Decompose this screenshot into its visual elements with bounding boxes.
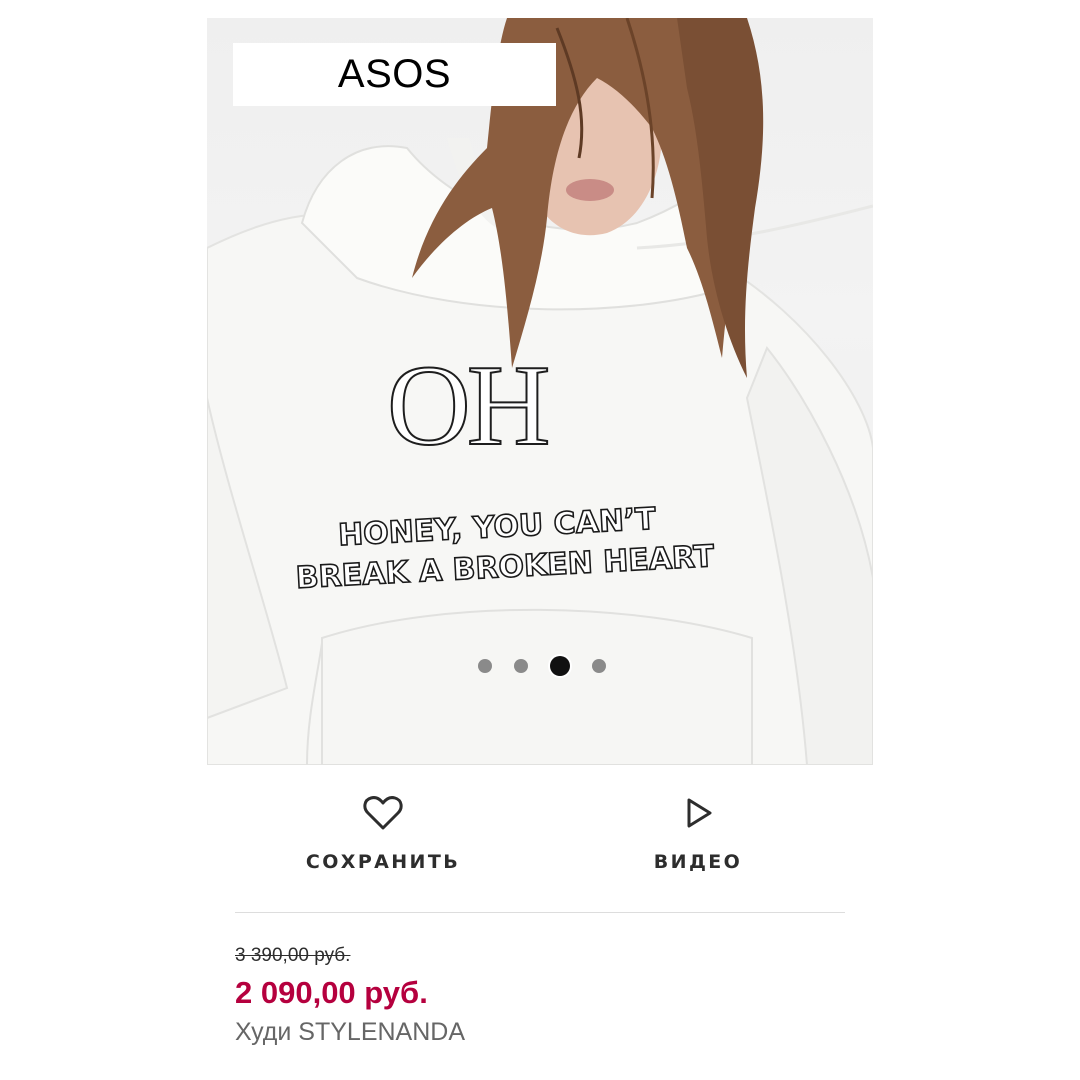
save-button[interactable]: СОХРАНИТЬ	[283, 795, 483, 873]
save-label: СОХРАНИТЬ	[305, 851, 461, 873]
old-price: 3 390,00 руб.	[235, 945, 351, 966]
divider	[235, 912, 845, 913]
brand-name: ASOS	[337, 52, 452, 96]
video-button[interactable]: ВИДЕО	[598, 795, 798, 873]
heart-icon	[363, 796, 403, 830]
carousel-dot-4[interactable]	[592, 659, 606, 673]
carousel-dot-2[interactable]	[514, 659, 528, 673]
brand-label: ASOS	[233, 43, 556, 106]
carousel-dot-1[interactable]	[478, 659, 492, 673]
carousel-dots	[478, 656, 606, 676]
print-title: OH	[386, 342, 552, 470]
product-image[interactable]: OH HONEY, YOU CAN’T BREAK A BROKEN HEART	[207, 18, 873, 765]
video-label: ВИДЕО	[653, 851, 743, 873]
product-name: Худи STYLENANDA	[235, 1018, 466, 1046]
play-icon	[687, 798, 712, 828]
carousel-dot-3-active[interactable]	[550, 656, 570, 676]
sale-price: 2 090,00 руб.	[235, 975, 428, 1010]
